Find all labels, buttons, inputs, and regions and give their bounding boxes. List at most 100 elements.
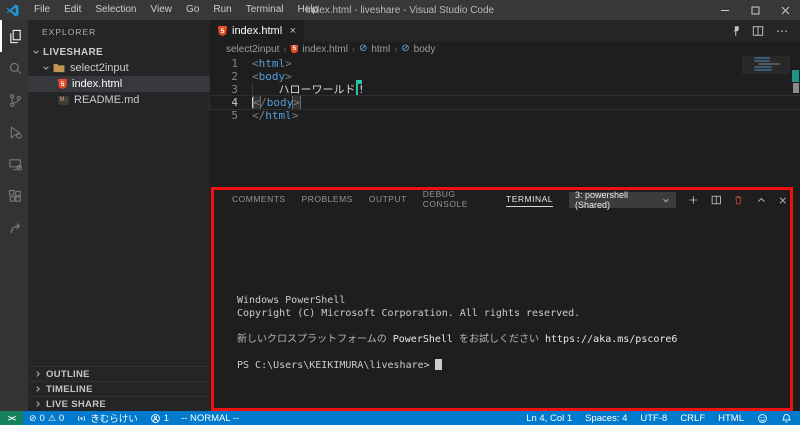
code-editor[interactable]: 1 <html> 2 <body> 3 ハローワールド! 4 </body> 5 </h… bbox=[209, 56, 800, 188]
participant-icon bbox=[150, 413, 160, 423]
menu-edit[interactable]: Edit bbox=[57, 0, 88, 20]
encoding[interactable]: UTF-8 bbox=[640, 411, 667, 425]
code-line-4[interactable]: 4 </body> bbox=[209, 95, 800, 110]
line-number: 2 bbox=[231, 70, 238, 83]
section-timeline[interactable]: TIMELINE bbox=[28, 381, 210, 396]
breadcrumb-symbol-html[interactable]: html bbox=[371, 44, 390, 55]
section-live-share[interactable]: LIVE SHARE bbox=[28, 396, 210, 411]
markdown-file-icon: M↓ bbox=[58, 95, 69, 105]
code-line-3[interactable]: 3 ハローワールド! bbox=[210, 80, 800, 96]
split-editor-icon[interactable] bbox=[752, 25, 764, 37]
participants-count[interactable]: 1 bbox=[144, 411, 175, 425]
extensions-icon[interactable] bbox=[0, 180, 28, 212]
tab-close-icon[interactable]: × bbox=[290, 25, 296, 37]
menu-terminal[interactable]: Terminal bbox=[239, 0, 291, 20]
menu-selection[interactable]: Selection bbox=[88, 0, 143, 20]
search-icon[interactable] bbox=[0, 52, 28, 84]
run-and-debug-icon[interactable] bbox=[0, 116, 28, 148]
panel-actions: 3: powershell (Shared) bbox=[569, 190, 800, 210]
panel-tab-terminal[interactable]: TERMINAL bbox=[506, 194, 553, 207]
new-terminal-icon[interactable] bbox=[688, 194, 699, 206]
eol-sequence[interactable]: CRLF bbox=[680, 411, 705, 425]
breadcrumb-file[interactable]: index.html bbox=[302, 44, 348, 55]
maximize-panel-icon[interactable] bbox=[756, 194, 767, 206]
terminal-line: Windows PowerShell bbox=[237, 295, 346, 306]
vscode-logo-icon bbox=[6, 4, 19, 16]
line-number: 4 bbox=[231, 96, 238, 109]
more-actions-icon[interactable]: ⋯ bbox=[776, 25, 788, 37]
feedback-smiley-icon[interactable] bbox=[757, 413, 768, 424]
html5-file-icon: 5 bbox=[290, 44, 299, 54]
indentation[interactable]: Spaces: 4 bbox=[585, 411, 627, 425]
menu-go[interactable]: Go bbox=[179, 0, 206, 20]
cursor-position[interactable]: Ln 4, Col 1 bbox=[526, 411, 572, 425]
html5-file-icon: 5 bbox=[58, 79, 67, 89]
section-label: OUTLINE bbox=[46, 368, 90, 380]
breadcrumb: select2input › 5 index.html › ⊘ html › ⊘… bbox=[210, 42, 800, 56]
breadcrumb-folder[interactable]: select2input bbox=[226, 44, 279, 55]
menu-bar: File Edit Selection View Go Run Terminal… bbox=[27, 0, 325, 20]
maximize-button[interactable] bbox=[740, 0, 770, 20]
code-line-2[interactable]: 2 <body> bbox=[210, 70, 800, 83]
panel-tab-output[interactable]: OUTPUT bbox=[369, 194, 407, 207]
collaborator-cursor bbox=[355, 80, 361, 95]
split-terminal-icon[interactable] bbox=[711, 194, 722, 206]
tree-file-readme-md[interactable]: M↓ README.md bbox=[28, 92, 210, 108]
tree-file-index-html[interactable]: 5 index.html bbox=[28, 76, 210, 92]
code-line-1[interactable]: 1 <html> bbox=[210, 57, 800, 70]
chevron-right-icon bbox=[36, 371, 40, 377]
source-control-icon[interactable] bbox=[0, 84, 28, 116]
status-bar-right: Ln 4, Col 1 Spaces: 4 UTF-8 CRLF HTML bbox=[526, 411, 800, 425]
remote-indicator[interactable]: >< bbox=[0, 411, 23, 425]
section-outline[interactable]: OUTLINE bbox=[28, 366, 210, 381]
live-share-session[interactable]: きむらけい bbox=[70, 411, 144, 425]
vim-mode-indicator[interactable]: -- NORMAL -- bbox=[175, 411, 245, 425]
language-mode[interactable]: HTML bbox=[718, 411, 744, 425]
menu-file[interactable]: File bbox=[27, 0, 57, 20]
kill-terminal-icon[interactable] bbox=[733, 194, 744, 206]
symbol-icon: ⊘ bbox=[358, 43, 368, 54]
menu-run[interactable]: Run bbox=[206, 0, 238, 20]
live-share-icon[interactable] bbox=[0, 212, 28, 244]
terminal-line: Copyright (C) Microsoft Corporation. All… bbox=[237, 308, 581, 319]
remote-explorer-icon[interactable] bbox=[0, 148, 28, 180]
line-number: 1 bbox=[231, 57, 238, 70]
minimap[interactable] bbox=[742, 56, 790, 116]
editor-group: 5 index.html × ⋯ select2input › 5 index.… bbox=[209, 20, 800, 411]
terminal-prompt-line[interactable]: PS C:\Users\KEIKIMURA\liveshare> bbox=[237, 359, 800, 372]
panel-tab-problems[interactable]: PROBLEMS bbox=[302, 194, 353, 207]
notifications-bell-icon[interactable] bbox=[781, 413, 792, 424]
tree-root-liveshare[interactable]: LIVESHARE bbox=[28, 44, 210, 60]
chevron-right-icon bbox=[36, 401, 40, 407]
pin-icon[interactable] bbox=[728, 25, 740, 37]
window-controls bbox=[710, 0, 800, 20]
explorer-icon[interactable] bbox=[0, 20, 28, 52]
sidebar-title: EXPLORER bbox=[42, 27, 97, 37]
folder-open-icon bbox=[53, 63, 65, 73]
menu-view[interactable]: View bbox=[144, 0, 180, 20]
panel-tab-debug-console[interactable]: DEBUG CONSOLE bbox=[423, 189, 490, 212]
section-label: LIVE SHARE bbox=[46, 398, 107, 410]
tab-index-html[interactable]: 5 index.html × bbox=[210, 20, 304, 42]
chevron-right-icon: › bbox=[283, 44, 287, 54]
remote-icon: >< bbox=[7, 413, 16, 423]
close-button[interactable] bbox=[770, 0, 800, 20]
line-number: 5 bbox=[231, 109, 238, 122]
tree-folder-select2input[interactable]: select2input bbox=[28, 60, 210, 76]
editor-tab-bar: 5 index.html × ⋯ bbox=[210, 20, 800, 42]
terminal-select-dropdown[interactable]: 3: powershell (Shared) bbox=[569, 190, 676, 210]
chevron-right-icon bbox=[36, 386, 40, 392]
error-count: 0 bbox=[39, 412, 45, 424]
file-label: index.html bbox=[72, 78, 123, 90]
minimize-button[interactable] bbox=[710, 0, 740, 20]
panel-tab-comments[interactable]: COMMENTS bbox=[232, 194, 286, 207]
code-line-5[interactable]: 5 </html> bbox=[210, 109, 800, 122]
close-panel-icon[interactable] bbox=[778, 195, 788, 206]
root-folder-label: LIVESHARE bbox=[43, 46, 103, 58]
breadcrumb-symbol-body[interactable]: body bbox=[414, 44, 436, 55]
problems-status[interactable]: ⊘ 0 ⚠ 0 bbox=[23, 411, 70, 425]
terminal-link[interactable]: https://aka.ms/pscore6 bbox=[545, 334, 677, 345]
menu-help[interactable]: Help bbox=[291, 0, 326, 20]
